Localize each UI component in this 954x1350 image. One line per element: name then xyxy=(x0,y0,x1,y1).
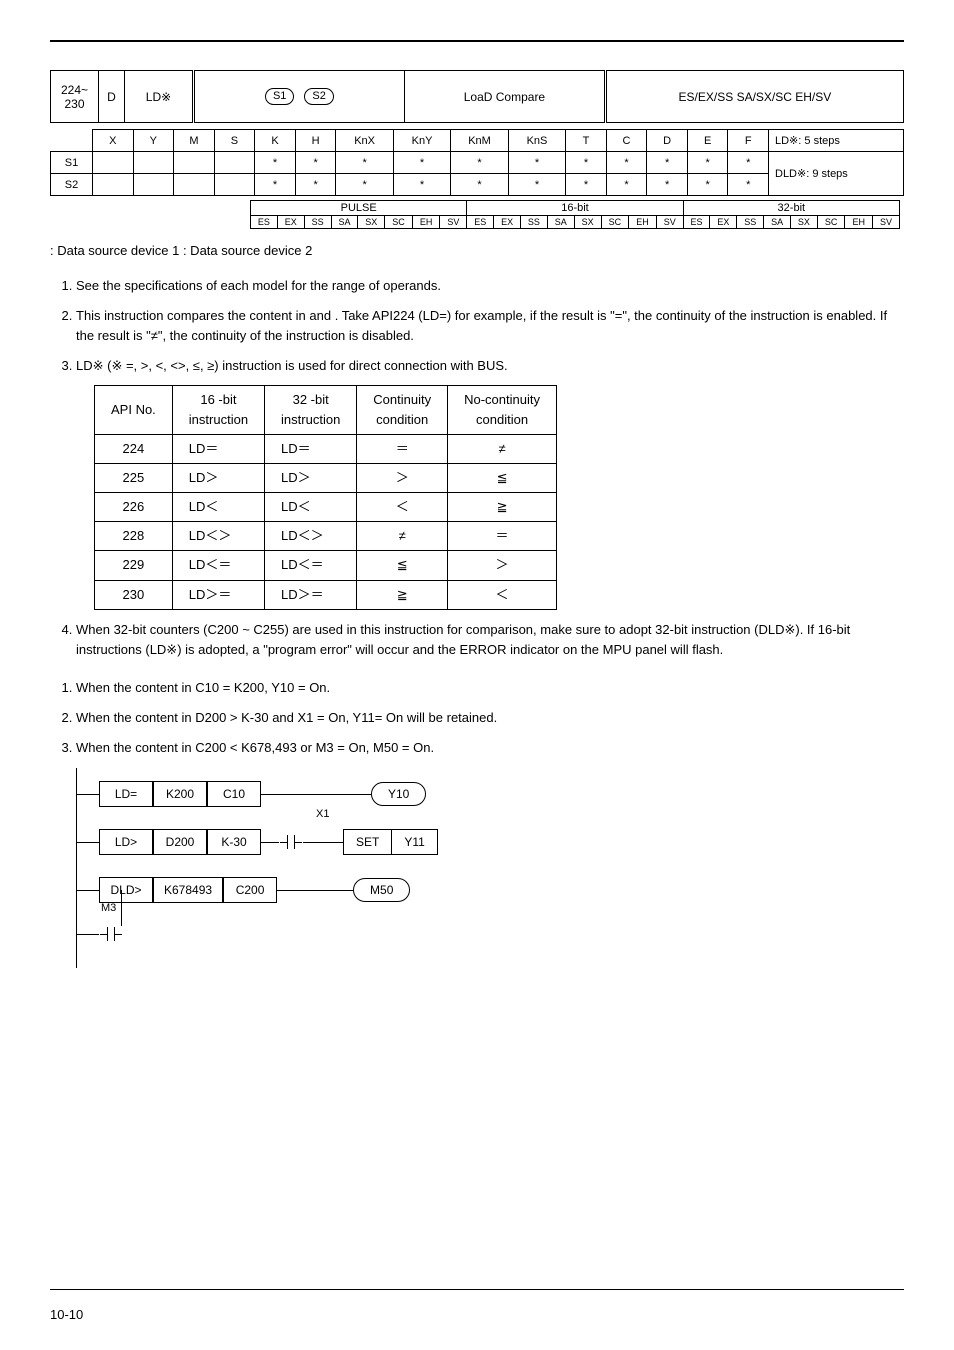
d200-box: D200 xyxy=(153,829,207,855)
table-row: 228LD＜＞LD＜＞≠＝ xyxy=(95,522,557,551)
ladder-diagram: LD= K200 C10 Y10 LD> D200 K-30 SET Y11 X… xyxy=(76,768,536,968)
set-box: SET xyxy=(343,829,392,855)
source-line: : Data source device 1 : Data source dev… xyxy=(50,243,904,258)
k-30-box: K-30 xyxy=(207,829,261,855)
x1-label: X1 xyxy=(316,808,329,820)
exp-2: This instruction compares the content in… xyxy=(76,306,904,346)
y11-box: Y11 xyxy=(392,829,437,855)
s1-badge: S1 xyxy=(265,88,294,105)
ld-cell: LD※ xyxy=(125,71,193,123)
k678493-box: K678493 xyxy=(153,877,223,903)
operand-grid: X Y M S K H KnX KnY KnM KnS T C D E F LD… xyxy=(50,129,904,196)
m50-coil: M50 xyxy=(353,878,410,902)
table-row: 229LD＜＝LD＜＝≦＞ xyxy=(95,551,557,580)
y10-coil: Y10 xyxy=(371,782,426,806)
ld-gt-box: LD> xyxy=(99,829,153,855)
models-cell: ES/EX/SS SA/SX/SC EH/SV xyxy=(606,71,903,123)
c10-box: C10 xyxy=(207,781,261,807)
c200-box: C200 xyxy=(223,877,277,903)
s2-badge: S2 xyxy=(304,88,333,105)
d-cell: D xyxy=(99,71,125,123)
s1s2-cell: S1 S2 xyxy=(194,71,404,123)
steps-1: LD※: 5 steps xyxy=(769,130,904,152)
exp-4: When 32-bit counters (C200 ~ C255) are u… xyxy=(76,620,904,660)
api-range: 224~ 230 xyxy=(51,71,99,123)
table-row: 224LD＝LD＝＝≠ xyxy=(95,434,557,463)
exp-1: See the specifications of each model for… xyxy=(76,276,904,296)
row-s1: S1 xyxy=(51,152,93,174)
api-table: API No. 16 -bit instruction 32 -bit inst… xyxy=(94,385,557,610)
steps-2: DLD※: 9 steps xyxy=(769,152,904,196)
page-number: 10-10 xyxy=(50,1307,83,1322)
example-list: When the content in C10 = K200, Y10 = On… xyxy=(76,678,904,758)
explanation-list: See the specifications of each model for… xyxy=(76,276,904,660)
table-row: 225LD＞LD＞＞≦ xyxy=(95,463,557,492)
x1-contact xyxy=(280,834,302,850)
table-row: 230LD＞＝LD＞＝≧＜ xyxy=(95,580,557,609)
dld-gt-box: DLD> xyxy=(99,877,153,903)
m3-label: M3 xyxy=(101,902,116,914)
ld-eq-box: LD= xyxy=(99,781,153,807)
header-table: 224~ 230 D LD※ S1 S2 LoaD Compare ES/EX/… xyxy=(50,70,904,123)
ex-3: When the content in C200 < K678,493 or M… xyxy=(76,738,904,758)
m3-contact xyxy=(100,926,122,942)
k200-box: K200 xyxy=(153,781,207,807)
ex-1: When the content in C10 = K200, Y10 = On… xyxy=(76,678,904,698)
load-cell: LoaD Compare xyxy=(404,71,604,123)
row-s2: S2 xyxy=(51,174,93,196)
ex-2: When the content in D200 > K-30 and X1 =… xyxy=(76,708,904,728)
table-row: 226LD＜LD＜＜≧ xyxy=(95,493,557,522)
pulse-grid: PULSE 16-bit 32-bit ESEXSSSA SXSCEHSV ES… xyxy=(250,200,900,229)
exp-3: LD※ (※ =, >, <, <>, ≤, ≥) instruction is… xyxy=(76,356,904,609)
